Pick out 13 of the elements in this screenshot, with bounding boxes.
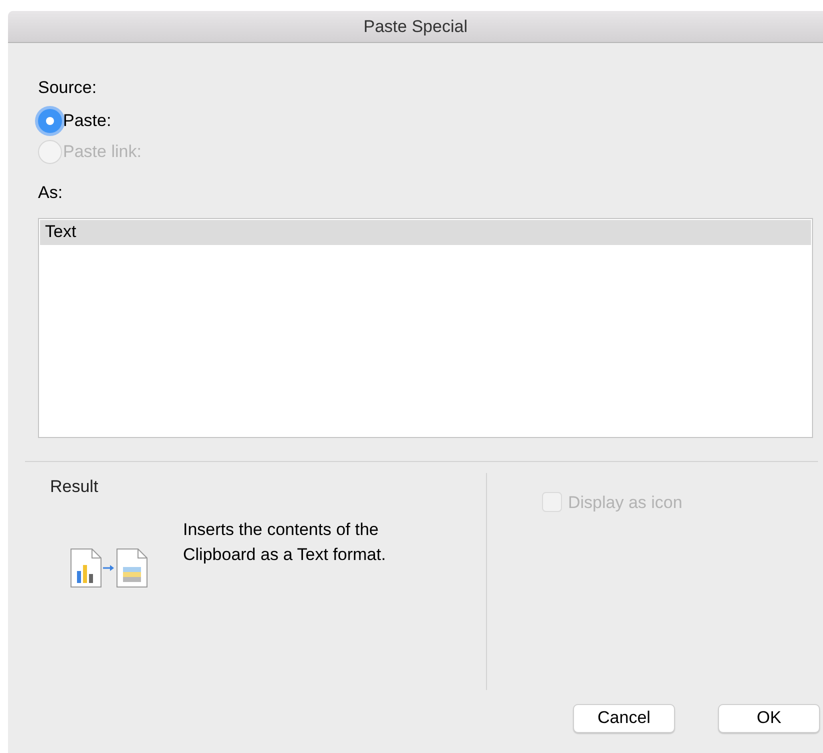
section-label: As:: [38, 182, 63, 204]
radio-label: Paste link:: [63, 141, 142, 164]
format-item[interactable]: Text: [40, 220, 811, 244]
paste-format-icon: [70, 548, 148, 588]
dialog-button[interactable]: Cancel: [573, 704, 675, 732]
result-description: Inserts the contents of the Clipboard as a Text format.: [183, 519, 387, 566]
section-label: Source:: [38, 77, 97, 97]
radio-label: Paste:: [63, 110, 112, 132]
dialog-button[interactable]: OK: [718, 704, 820, 732]
checkbox-label: Display as icon: [568, 492, 682, 514]
section-label: Result: [50, 476, 98, 498]
window-title: Paste Special: [364, 16, 468, 38]
radio-button[interactable]: [38, 109, 62, 133]
